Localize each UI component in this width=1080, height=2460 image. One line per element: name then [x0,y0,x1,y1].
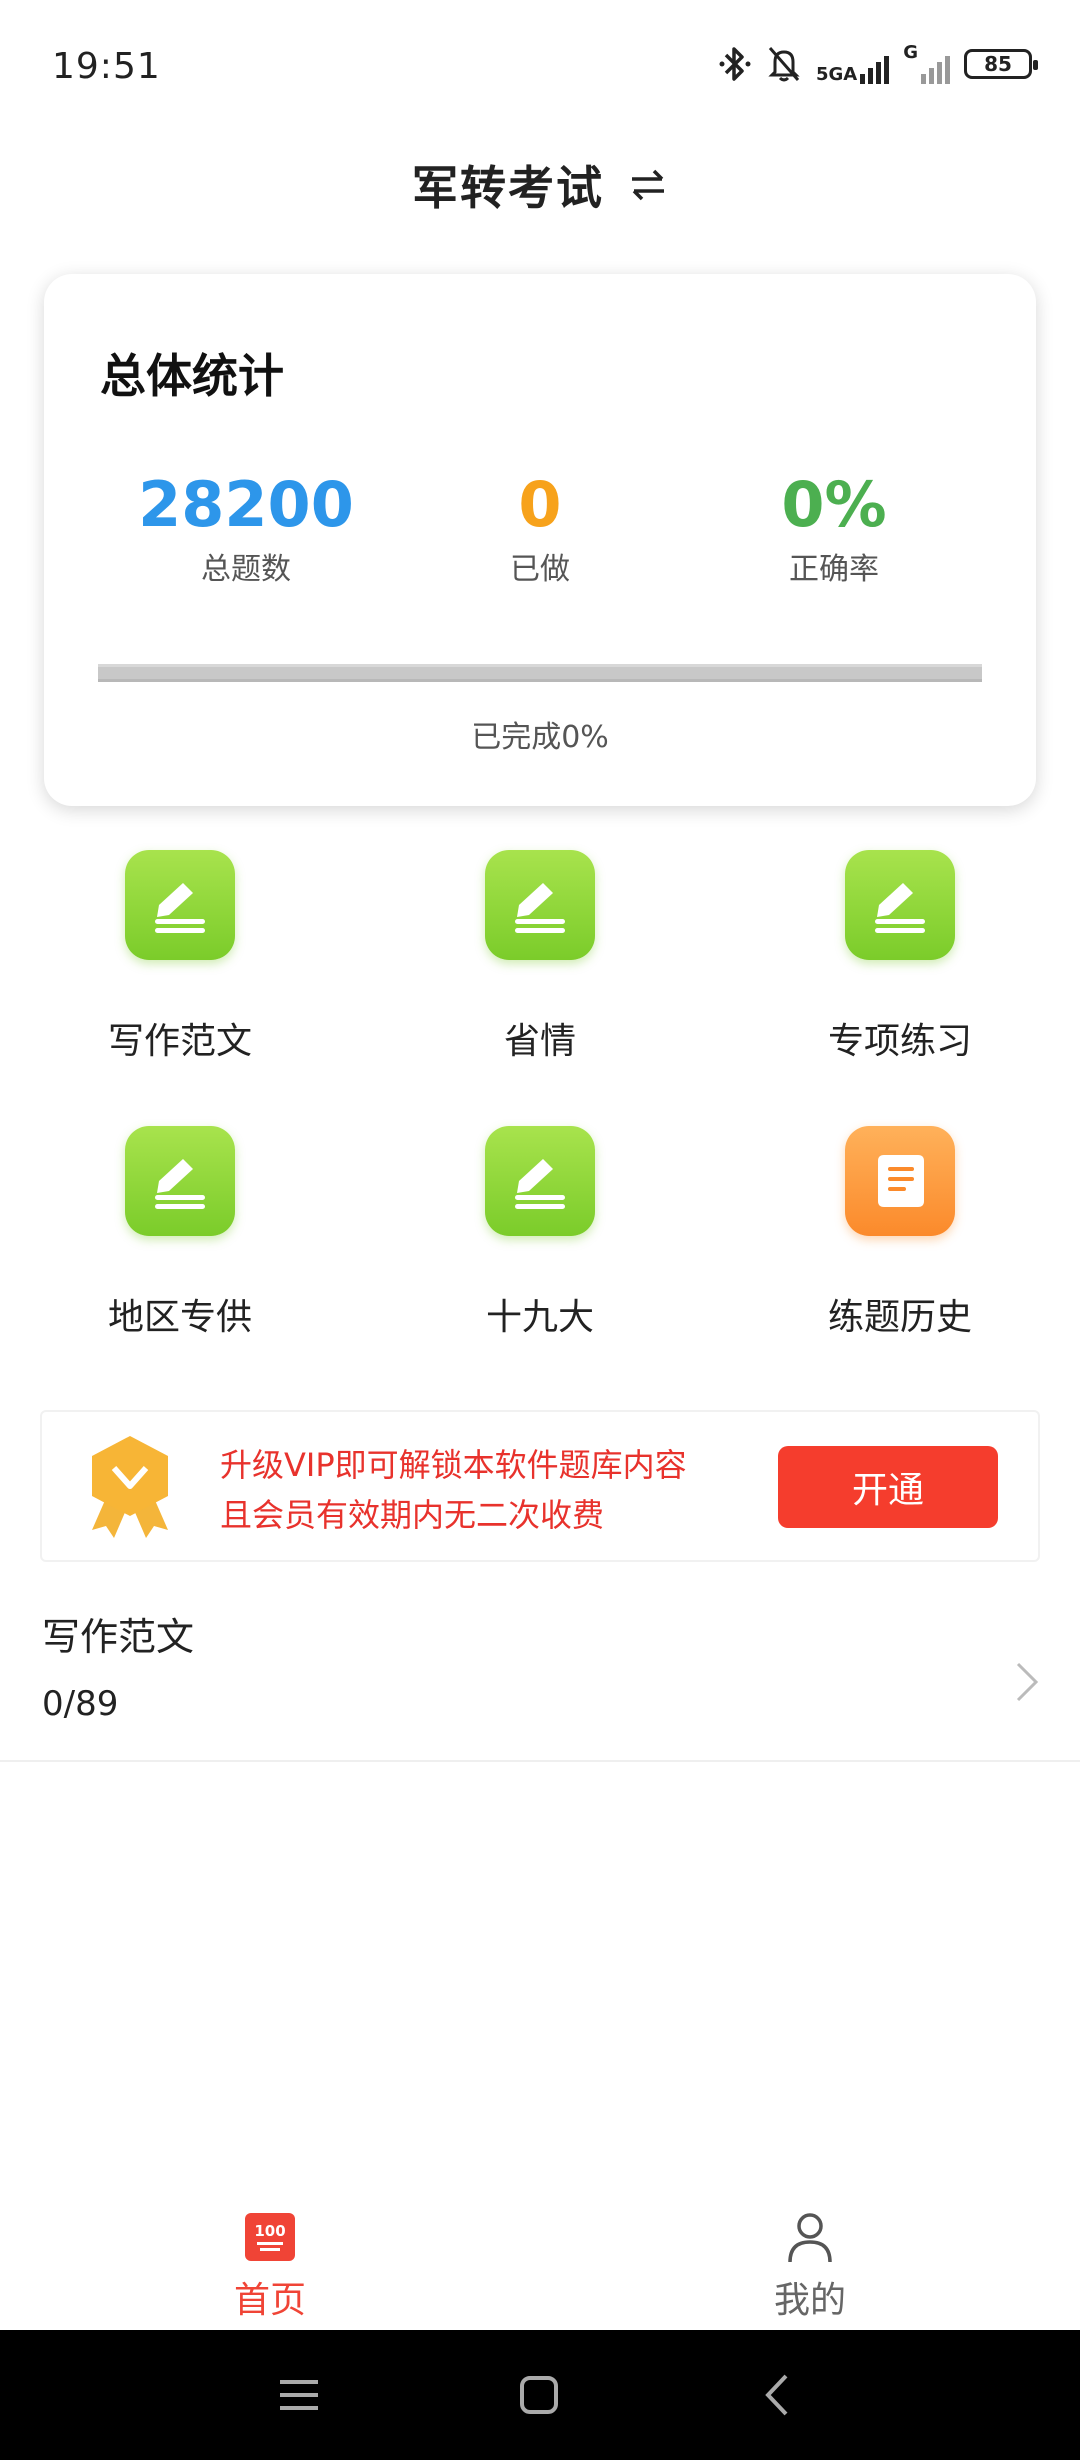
chevron-right-icon [1016,1662,1039,1702]
mute-bell-icon [768,47,800,82]
vip-badge-icon [92,1436,168,1538]
user-icon [782,2209,838,2265]
grid-label: 专项练习 [827,1021,972,1062]
stat-done-label: 已做 [510,552,570,587]
bluetooth-icon [719,47,751,81]
grid-item-19th-congress[interactable]: 十九大 [390,1126,690,1340]
stat-done: 0 已做 [400,470,680,588]
battery-level: 85 [984,52,1012,76]
status-time: 19:51 [52,46,161,87]
stat-rate-label: 正确率 [789,552,879,587]
nav-me[interactable]: 我的 [710,2209,910,2323]
nav-home[interactable]: 100 首页 [170,2209,370,2323]
grid-label: 地区专供 [107,1297,252,1338]
network-label: 5GA [815,64,858,85]
vip-line-2: 且会员有效期内无二次收费 [220,1496,605,1534]
stats-title: 总体统计 [100,349,284,403]
grid-label: 省情 [503,1021,576,1062]
app-header: 军转考试 [0,130,1080,240]
signal-icon-2: G [903,44,950,84]
grid-label: 练题历史 [827,1297,972,1338]
grid-item-region[interactable]: 地区专供 [30,1126,330,1340]
list-item-title: 写作范文 [42,1615,195,1659]
pencil-icon [845,850,955,960]
vip-line-1: 升级VIP即可解锁本软件题库内容 [220,1446,687,1484]
page-title: 军转考试 [412,161,604,215]
stat-rate-value: 0% [781,468,887,541]
progress-text: 已完成0% [471,720,609,755]
status-icons: 5GA G 85 [718,44,1038,85]
pencil-icon [125,1126,235,1236]
grid-label: 十九大 [485,1297,594,1338]
home-icon-text: 100 [254,2222,286,2240]
back-icon[interactable] [754,2370,804,2420]
stat-rate: 0% 正确率 [694,470,974,588]
pencil-icon [485,1126,595,1236]
stats-card: 总体统计 28200 总题数 0 已做 0% 正确率 已完成0% [44,274,1036,806]
pencil-icon [485,850,595,960]
list-item[interactable]: 写作范文 0/89 [0,1580,1080,1762]
home-100-icon: 100 [242,2209,298,2265]
signal-icon: 5GA [815,44,890,85]
network-label-2: G [903,42,918,63]
stat-total: 28200 总题数 [106,470,386,588]
battery-icon: 85 [964,49,1038,79]
menu-icon[interactable] [274,2370,324,2420]
stat-done-value: 0 [518,468,562,541]
list-item-count: 0/89 [42,1684,119,1724]
grid-item-province[interactable]: 省情 [390,850,690,1064]
nav-me-label: 我的 [773,2280,846,2321]
switch-arrows-icon[interactable] [628,165,668,205]
scroll-icon [845,1126,955,1236]
home-square-icon[interactable] [514,2370,564,2420]
stat-total-value: 28200 [138,468,354,541]
grid-label: 写作范文 [107,1021,252,1062]
progress-bar [98,664,982,682]
nav-home-label: 首页 [233,2280,306,2321]
bottom-nav: 100 首页 我的 [0,2195,1080,2330]
grid-item-special-practice[interactable]: 专项练习 [750,850,1050,1064]
vip-banner: 升级VIP即可解锁本软件题库内容 且会员有效期内无二次收费 开通 [40,1410,1040,1562]
status-bar: 19:51 5GA G 85 [0,0,1080,130]
grid-item-history[interactable]: 练题历史 [750,1126,1050,1340]
pencil-icon [125,850,235,960]
stat-total-label: 总题数 [201,552,291,587]
system-nav-bar [0,2330,1080,2460]
grid-item-writing[interactable]: 写作范文 [30,850,330,1064]
vip-text: 升级VIP即可解锁本软件题库内容 且会员有效期内无二次收费 [220,1440,687,1540]
vip-activate-button[interactable]: 开通 [778,1446,998,1528]
